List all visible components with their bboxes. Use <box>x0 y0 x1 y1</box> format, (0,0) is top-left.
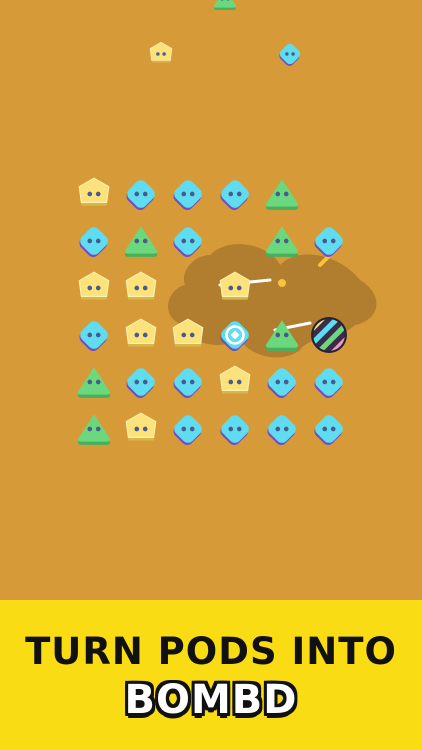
green-pod-r0-c4[interactable] <box>263 175 301 213</box>
falling-green-pod <box>212 0 238 12</box>
green-pod-r5-c0[interactable] <box>75 410 113 448</box>
blue-pod-r5-c3[interactable] <box>216 410 254 448</box>
yellow-pod-r3-c1[interactable] <box>122 316 160 354</box>
yellow-pod-r2-c1[interactable] <box>122 269 160 307</box>
yellow-pod-r2-c3[interactable] <box>216 269 254 307</box>
green-pod-r1-c1[interactable] <box>122 222 160 260</box>
striped-bomb-pod-r3-c5[interactable] <box>310 316 348 354</box>
yellow-pod-r5-c1[interactable] <box>122 410 160 448</box>
blue-pod-r4-c2[interactable] <box>169 363 207 401</box>
green-pod-r3-c4[interactable] <box>263 316 301 354</box>
yellow-pod-r4-c3[interactable] <box>216 363 254 401</box>
promo-banner <box>0 600 422 750</box>
blue-pod-r5-c5[interactable] <box>310 410 348 448</box>
blue-pod-r4-c5[interactable] <box>310 363 348 401</box>
falling-blue-pod <box>276 40 304 68</box>
blue-pod-r1-c2[interactable] <box>169 222 207 260</box>
blue-pod-r4-c1[interactable] <box>122 363 160 401</box>
blue-pod-r4-c4[interactable] <box>263 363 301 401</box>
target-pod-r3-c3[interactable] <box>216 316 254 354</box>
blue-pod-r5-c4[interactable] <box>263 410 301 448</box>
banner-headline: TURN PODS INTO <box>25 630 397 673</box>
falling-yellow-pod <box>147 40 175 68</box>
blue-pod-r0-c2[interactable] <box>169 175 207 213</box>
yellow-pod-r0-c0[interactable] <box>75 175 113 213</box>
green-pod-r4-c0[interactable] <box>75 363 113 401</box>
yellow-pod-r3-c2[interactable] <box>169 316 207 354</box>
blue-pod-r0-c3[interactable] <box>216 175 254 213</box>
banner-subheadline: BOMBD <box>124 677 298 723</box>
blue-pod-r0-c1[interactable] <box>122 175 160 213</box>
blue-pod-r5-c2[interactable] <box>169 410 207 448</box>
blue-pod-r1-c5[interactable] <box>310 222 348 260</box>
blue-pod-r1-c0[interactable] <box>75 222 113 260</box>
green-pod-r1-c4[interactable] <box>263 222 301 260</box>
game-board-area <box>0 0 422 600</box>
blue-pod-r3-c0[interactable] <box>75 316 113 354</box>
yellow-pod-r2-c0[interactable] <box>75 269 113 307</box>
